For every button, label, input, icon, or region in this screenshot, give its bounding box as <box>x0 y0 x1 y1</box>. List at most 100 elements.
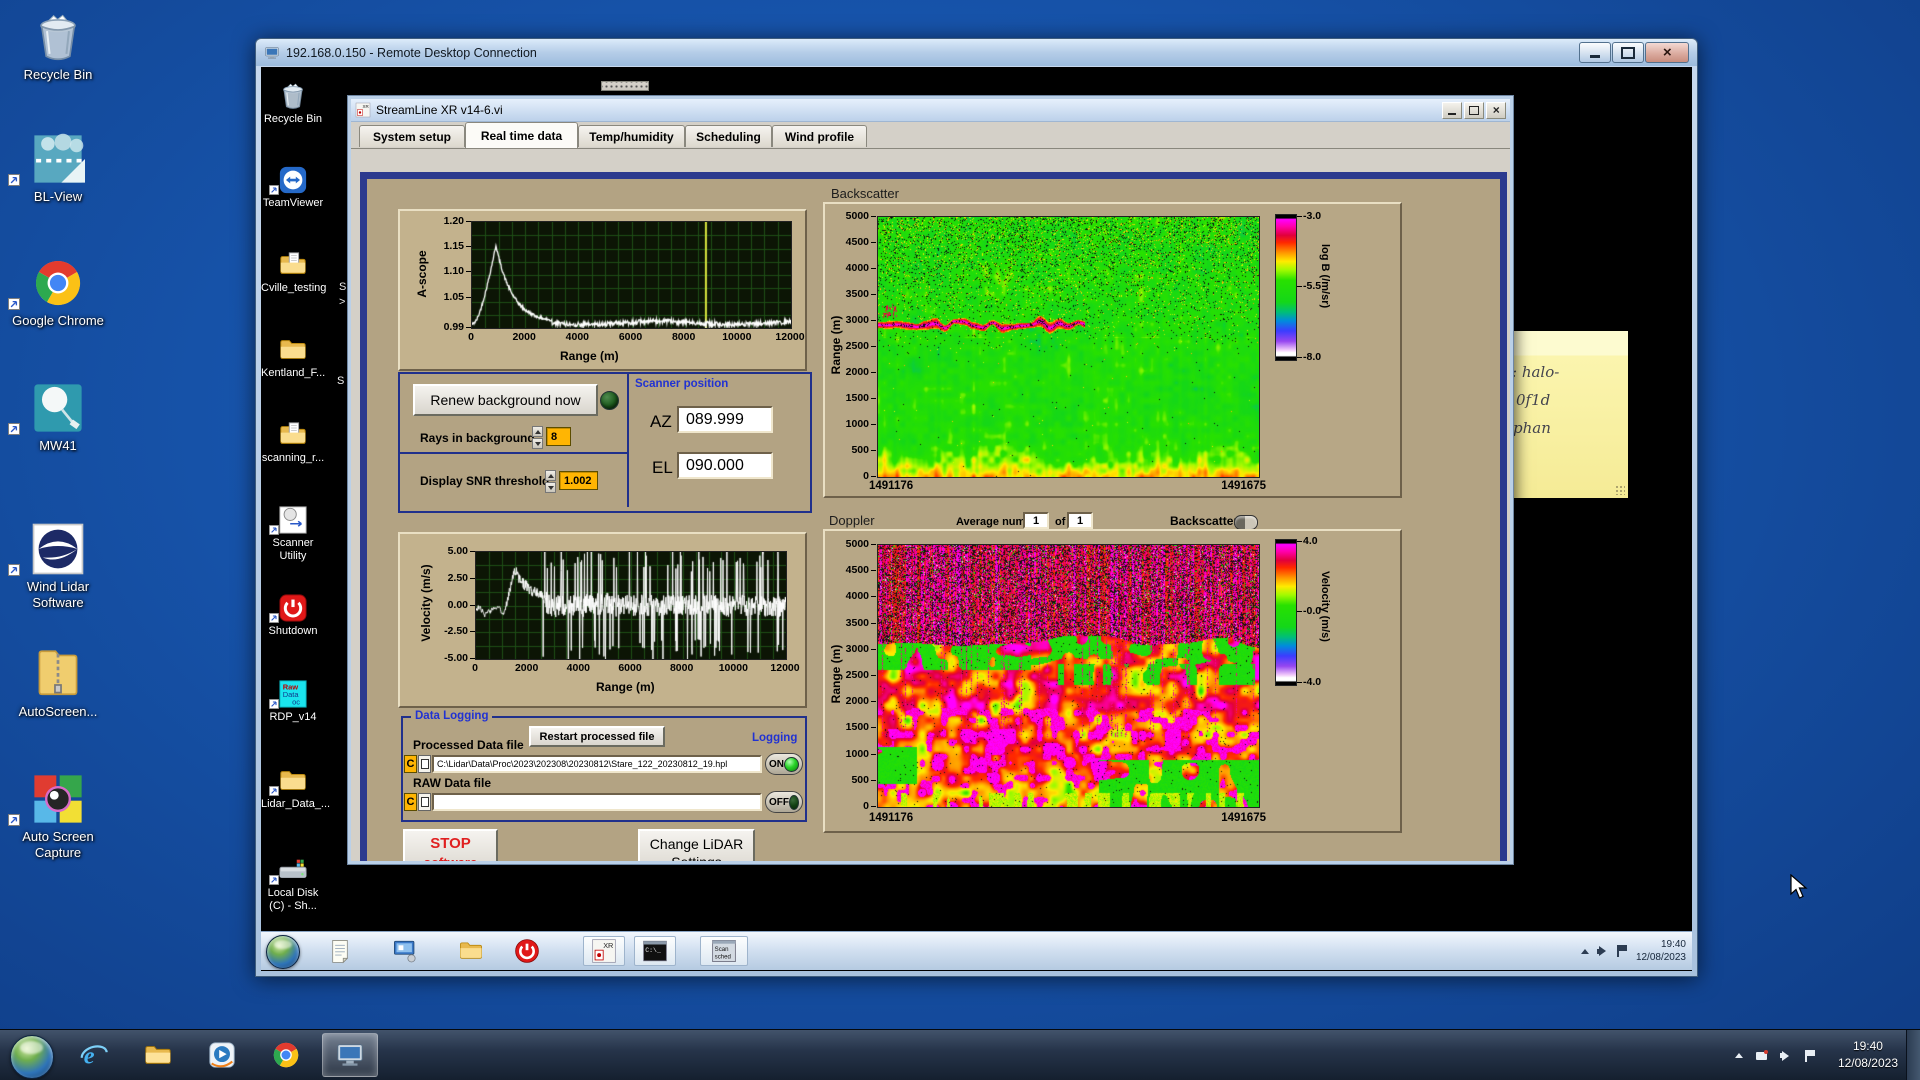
processed-logging-toggle[interactable]: ON <box>765 753 803 775</box>
system-tray <box>1735 1030 1816 1080</box>
change-lidar-settings-button[interactable]: Change LiDAR Settings <box>638 829 755 861</box>
desktop-icon-local-disk-c-sh-[interactable]: Local Disk (C) - Sh... <box>261 853 325 913</box>
desktop-icon-recycle-bin[interactable]: Recycle Bin <box>2 6 114 83</box>
desktop-icon-autoscreen-[interactable]: AutoScreen... <box>2 643 114 720</box>
raw-browse-button[interactable] <box>418 793 431 811</box>
taskbar-media-player[interactable] <box>194 1033 250 1077</box>
axis-tick-label: 2000 <box>845 695 869 708</box>
app-close-button[interactable]: × <box>1486 101 1506 119</box>
el-field[interactable]: 090.000 <box>677 452 773 479</box>
chevron-up-icon[interactable] <box>1735 1053 1743 1058</box>
action-center-flag-icon[interactable] <box>1805 1049 1816 1062</box>
tick-mark <box>871 596 876 597</box>
desktop-icon-shutdown[interactable]: Shutdown <box>261 591 325 638</box>
velocity-plot[interactable] <box>475 551 787 660</box>
rdp-minimize-button[interactable] <box>1579 42 1611 63</box>
axis-tick-label: 1500 <box>845 392 869 404</box>
desktop-icon-rdp-v14[interactable]: Raw Data oc RDP_v14 <box>261 677 325 724</box>
desktop-icon-auto-screen-capture[interactable]: Auto Screen Capture <box>2 768 114 861</box>
desktop-icon-wind-lidar-software[interactable]: Wind Lidar Software <box>2 518 114 611</box>
desktop-icon-teamviewer[interactable]: TeamViewer <box>261 163 325 210</box>
data-logging-title: Data Logging <box>411 710 493 722</box>
processed-drive-selector[interactable]: C <box>404 755 417 773</box>
remote-taskbar-power[interactable] <box>508 936 546 966</box>
scale-tick-label: 4.0 <box>1303 535 1318 547</box>
remote-taskbar-scan-sched[interactable]: Scan sched <box>700 936 748 966</box>
rays-stepper[interactable] <box>532 426 543 449</box>
rdp-maximize-button[interactable] <box>1612 42 1644 63</box>
logging-label: Logging <box>752 732 798 744</box>
desktop-icon-bl-view[interactable]: BL-View <box>2 128 114 205</box>
processed-path-field[interactable]: C:\Lidar\Data\Proc\2023\202308\20230812\… <box>432 755 762 773</box>
rays-field[interactable]: 8 <box>546 427 571 446</box>
axis-tick-label: 500 <box>851 444 869 456</box>
note-resize-grip[interactable] <box>1615 485 1625 495</box>
a-scope-plot[interactable] <box>471 221 792 329</box>
volume-icon[interactable] <box>1780 1050 1792 1061</box>
axis-tick-label: 4000 <box>566 662 590 674</box>
axis-tick-label: 8000 <box>671 331 696 343</box>
rdp-pin-bar[interactable] <box>601 81 649 91</box>
axis-tick-label: 0.00 <box>447 598 468 611</box>
taskbar-internet-explorer[interactable]: e <box>66 1033 122 1077</box>
remote-clock[interactable]: 19:40 12/08/2023 <box>1636 938 1686 964</box>
renew-background-button[interactable]: Renew background now <box>413 384 598 416</box>
axis-tick-label: 5.00 <box>447 545 468 557</box>
tab-scheduling[interactable]: Scheduling <box>685 125 772 147</box>
taskbar-remote-desktop[interactable] <box>322 1033 378 1077</box>
show-desktop-button[interactable] <box>1906 1030 1920 1080</box>
remote-taskbar-folder[interactable] <box>452 936 490 966</box>
remote-taskbar-command-prompt[interactable]: C:\_ <box>634 936 676 966</box>
taskbar-chrome[interactable] <box>258 1033 314 1077</box>
tab-wind-profile[interactable]: Wind profile <box>772 125 867 147</box>
az-field[interactable]: 089.999 <box>677 406 773 433</box>
front-panel: A-scope Range (m) 1.20 1.15 1.10 1.05 0.99 0 2… <box>360 172 1507 861</box>
desktop-icon-google-chrome[interactable]: Google Chrome <box>2 252 114 329</box>
desktop-icon-cville-testing[interactable]: Cville_testing <box>261 248 326 295</box>
backscatter-plot[interactable] <box>877 216 1260 478</box>
rdp-titlebar[interactable]: 192.168.0.150 - Remote Desktop Connectio… <box>256 39 1697 66</box>
axis-tick-label: 8000 <box>669 662 694 674</box>
desktop-icon-scanning-r-[interactable]: scanning_r... <box>261 418 325 465</box>
remote-taskbar-config[interactable] <box>386 936 424 966</box>
tab-real-time-data[interactable]: Real time data <box>465 122 578 148</box>
average-total-field[interactable]: 1 <box>1067 512 1093 529</box>
desktop-icon-recycle-bin[interactable]: Recycle Bin <box>261 79 325 126</box>
device-tray-icon[interactable] <box>1756 1049 1768 1060</box>
tab-system-setup[interactable]: System setup <box>359 125 465 147</box>
raw-path-field[interactable] <box>432 793 762 811</box>
restart-processed-button[interactable]: Restart processed file <box>529 726 665 747</box>
average-number-field[interactable]: 1 <box>1023 512 1049 529</box>
app-minimize-button[interactable] <box>1442 101 1462 119</box>
desktop-icon-scanner-utility[interactable]: Scanner Utility <box>261 503 325 563</box>
raw-logging-toggle[interactable]: OFF <box>765 791 803 813</box>
rdp-close-button[interactable]: × <box>1645 42 1689 63</box>
chevron-up-icon[interactable] <box>1580 948 1589 954</box>
remote-taskbar-streamline-vi[interactable]: XR <box>583 936 625 966</box>
snr-field[interactable]: 1.002 <box>559 471 598 490</box>
doppler-plot[interactable] <box>877 544 1260 808</box>
snr-stepper[interactable] <box>545 470 556 493</box>
tick-mark <box>470 578 475 579</box>
axis-tick-label: 1.10 <box>443 265 464 278</box>
processed-browse-button[interactable] <box>418 755 431 773</box>
action-center-flag-icon[interactable] <box>1616 945 1628 957</box>
desktop-icon-label: Recycle Bin <box>263 113 323 125</box>
backscatter-toggle[interactable] <box>1234 515 1258 530</box>
app-maximize-button[interactable] <box>1464 101 1484 119</box>
remote-start-button[interactable] <box>266 935 300 969</box>
desktop-icon-label: Scanner Utility <box>272 537 314 562</box>
volume-icon[interactable] <box>1596 946 1609 956</box>
desktop-icon-mw41[interactable]: MW41 <box>2 377 114 454</box>
remote-taskbar-notes[interactable] <box>321 936 359 966</box>
taskbar-windows-explorer[interactable] <box>130 1033 186 1077</box>
stop-software-button[interactable]: STOP software <box>403 829 498 861</box>
clock[interactable]: 19:40 12/08/2023 <box>1838 1038 1898 1072</box>
desktop-icon-lidar-data-[interactable]: Lidar_Data_... <box>261 764 330 811</box>
tab-temp-humidity[interactable]: Temp/humidity <box>578 125 685 147</box>
desktop-icon-kentland-f-[interactable]: Kentland_F... <box>261 333 325 380</box>
streamline-titlebar[interactable]: XR StreamLine XR v14-6.vi × <box>351 99 1510 122</box>
axis-tick-label: 6000 <box>618 331 643 343</box>
raw-drive-selector[interactable]: C <box>404 793 417 811</box>
start-button[interactable] <box>10 1035 54 1079</box>
